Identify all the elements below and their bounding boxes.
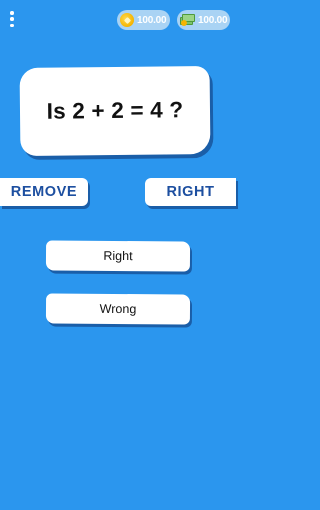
answer-option-right[interactable]: Right [45,240,191,272]
menu-dot [10,23,14,27]
menu-dot [10,11,14,15]
coins-balance[interactable]: 100.00 [117,10,170,30]
remove-button[interactable]: REMOVE [0,178,88,206]
cash-balance[interactable]: 100.00 [177,10,230,30]
menu-dot [10,17,14,21]
question-card: Is 2 + 2 = 4 ? [19,66,211,156]
coins-value: 100.00 [137,14,167,26]
right-button[interactable]: RIGHT [145,178,236,206]
cash-icon [180,14,195,26]
cash-value: 100.00 [198,14,228,26]
coin-icon [120,13,134,27]
question-text: Is 2 + 2 = 4 ? [46,97,184,124]
answer-option-wrong[interactable]: Wrong [45,293,191,325]
more-vertical-icon[interactable] [9,11,15,27]
